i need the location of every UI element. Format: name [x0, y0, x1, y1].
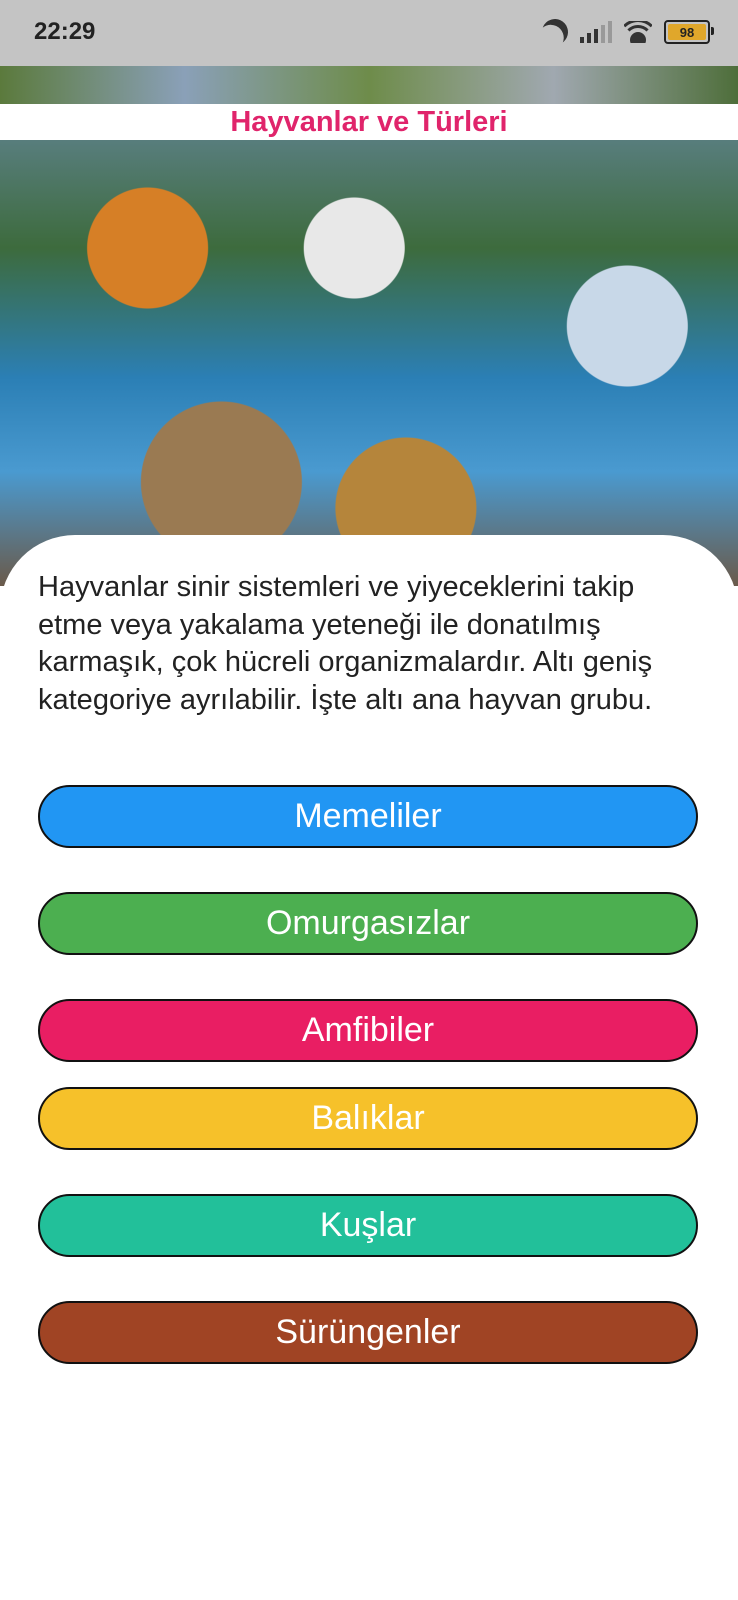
category-button-surungenler[interactable]: Sürüngenler	[38, 1301, 698, 1364]
category-button-amfibiler[interactable]: Amfibiler	[38, 999, 698, 1062]
category-button-omurgasizlar[interactable]: Omurgasızlar	[38, 892, 698, 955]
signal-icon	[580, 21, 612, 43]
moon-icon	[538, 15, 571, 48]
page-title: Hayvanlar ve Türleri	[230, 105, 508, 138]
category-button-kuslar[interactable]: Kuşlar	[38, 1194, 698, 1257]
content-card: Hayvanlar sinir sistemleri ve yiyecekler…	[0, 535, 738, 1600]
status-bar: 22:29 98	[0, 0, 738, 66]
intro-text: Hayvanlar sinir sistemleri ve yiyecekler…	[38, 571, 653, 716]
animals-collage-image: Hayvanlar ve Türleri	[0, 66, 738, 586]
battery-level: 98	[679, 24, 695, 40]
hero-top-band	[0, 66, 738, 104]
battery-cap	[711, 27, 714, 35]
category-button-baliklar[interactable]: Balıklar	[38, 1087, 698, 1150]
wifi-icon	[624, 21, 652, 43]
category-button-memeliler[interactable]: Memeliler	[38, 785, 698, 848]
status-icons: 98	[542, 14, 714, 50]
title-bar: Hayvanlar ve Türleri	[0, 104, 738, 140]
battery-icon: 98	[664, 20, 714, 44]
status-time: 22:29	[34, 18, 96, 45]
